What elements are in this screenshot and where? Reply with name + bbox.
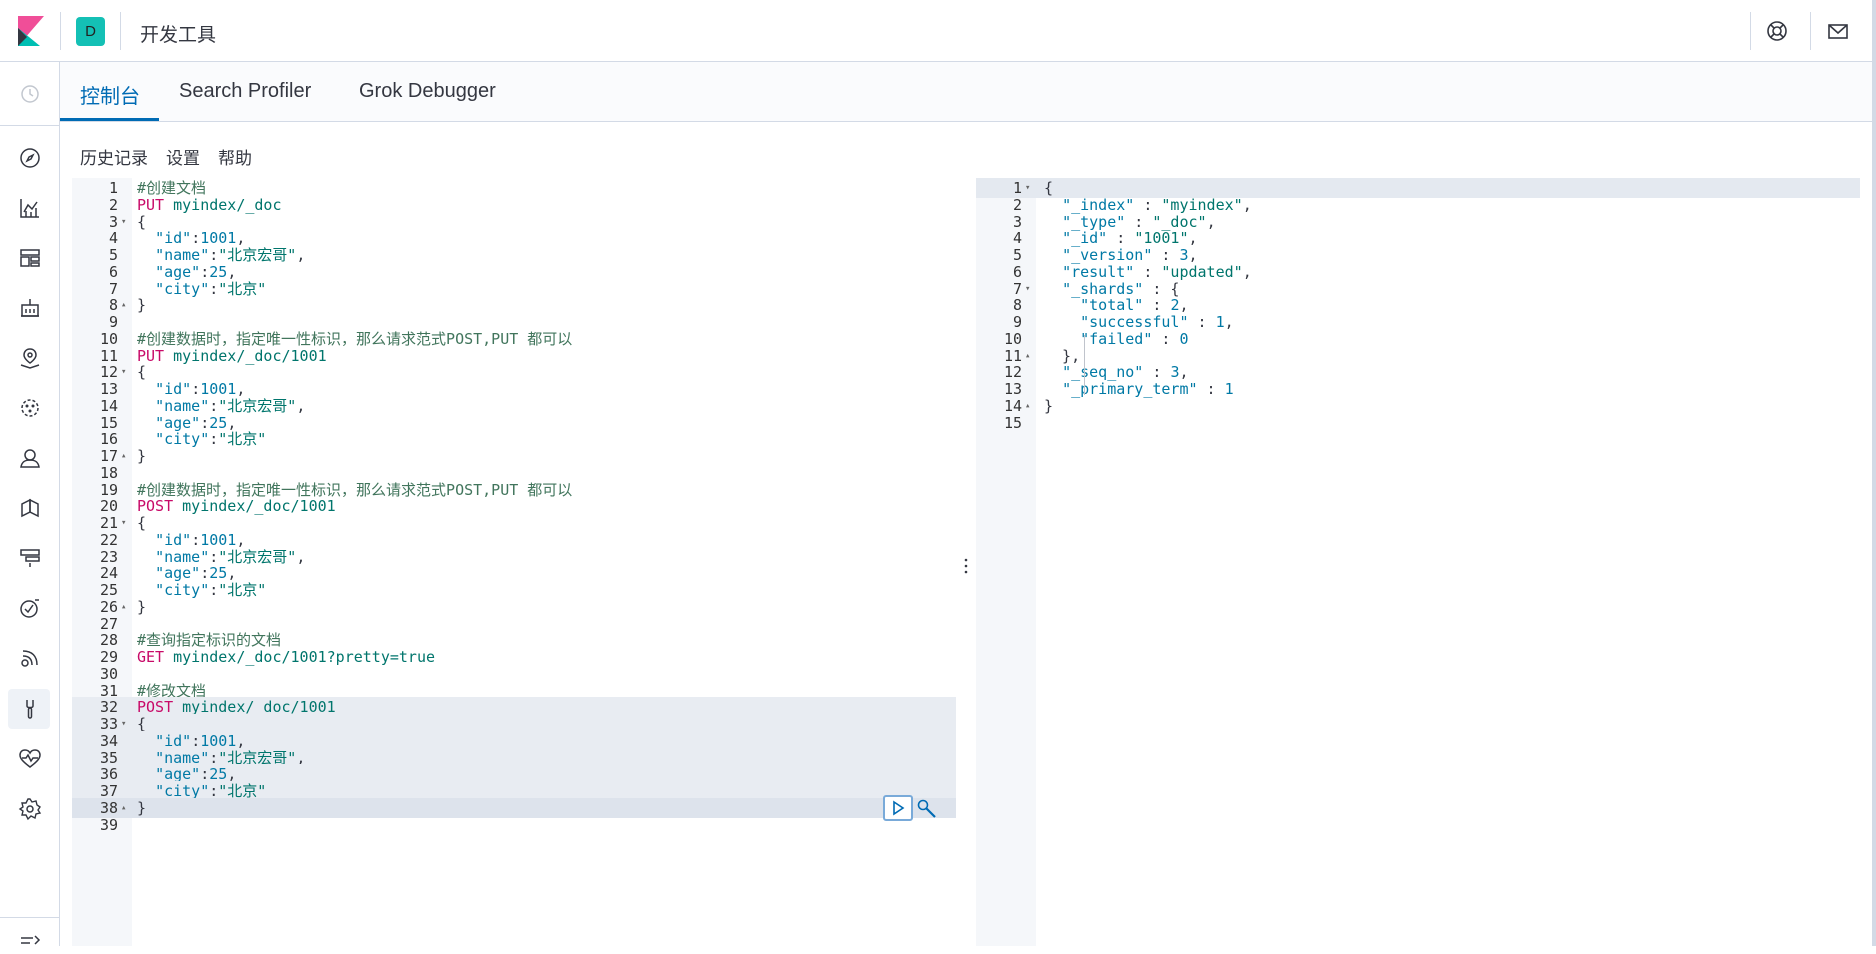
- tab-grok-debugger[interactable]: Grok Debugger: [359, 80, 496, 103]
- siem-icon[interactable]: [18, 646, 42, 670]
- history-link[interactable]: 历史记录: [80, 149, 148, 168]
- nav-divider: [0, 125, 60, 126]
- space-avatar[interactable]: D: [76, 17, 105, 46]
- wrench-icon[interactable]: [916, 798, 938, 820]
- line-number: 39: [99, 815, 118, 834]
- apm-icon[interactable]: [18, 546, 42, 570]
- nav-divider: [0, 917, 60, 918]
- monitoring-icon[interactable]: [18, 747, 42, 771]
- metrics-icon[interactable]: [18, 446, 42, 470]
- header-divider: [1750, 12, 1751, 50]
- help-lifebuoy-icon[interactable]: [1764, 18, 1790, 44]
- logs-icon[interactable]: [18, 496, 42, 520]
- settings-link[interactable]: 设置: [166, 149, 200, 168]
- canvas-icon[interactable]: [18, 296, 42, 320]
- line-number: 15: [1003, 413, 1022, 432]
- active-tab-indicator: [60, 118, 159, 121]
- uptime-icon[interactable]: [18, 596, 42, 620]
- code-line[interactable]: 39: [72, 815, 956, 835]
- send-request-button[interactable]: [883, 795, 913, 821]
- response-output[interactable]: 1 ▾{2 "_index" : "myindex", 3 "_type" : "_…: [976, 178, 1872, 946]
- dev-tools-tabs: 控制台 Search Profiler Grok Debugger: [60, 62, 1872, 122]
- help-link[interactable]: 帮助: [218, 149, 252, 168]
- settings-gear-icon[interactable]: [18, 797, 42, 821]
- request-editor[interactable]: 1 #创建文档 2 PUT myindex/_doc 3 ▾{4 "id":1001, 5 …: [72, 178, 956, 946]
- collapse-icon[interactable]: [18, 930, 42, 954]
- compass-icon[interactable]: [18, 146, 42, 170]
- maps-icon[interactable]: [18, 346, 42, 370]
- header-divider: [120, 12, 121, 50]
- side-navigation: [0, 62, 60, 946]
- tab-console[interactable]: 控制台: [80, 80, 140, 109]
- tab-search-profiler[interactable]: Search Profiler: [179, 80, 311, 103]
- play-icon: [893, 800, 905, 816]
- window-edge: [1872, 0, 1876, 946]
- mail-icon[interactable]: [1825, 18, 1851, 44]
- dashboard-icon[interactable]: [18, 246, 42, 270]
- clock-icon[interactable]: [18, 82, 42, 106]
- console-menu: 历史记录 设置 帮助: [80, 144, 270, 169]
- header-divider: [60, 12, 61, 50]
- app-title: 开发工具: [140, 25, 217, 46]
- visualize-icon[interactable]: [18, 196, 42, 220]
- code-line[interactable]: 15: [976, 413, 1860, 433]
- top-header: D 开发工具: [0, 0, 1876, 62]
- indent-guide: [1084, 335, 1085, 395]
- kibana-logo-icon[interactable]: [18, 16, 44, 46]
- panel-resize-handle-icon[interactable]: [963, 556, 969, 576]
- ml-icon[interactable]: [18, 396, 42, 420]
- header-divider: [1810, 12, 1811, 50]
- dev-tools-icon[interactable]: [18, 697, 42, 721]
